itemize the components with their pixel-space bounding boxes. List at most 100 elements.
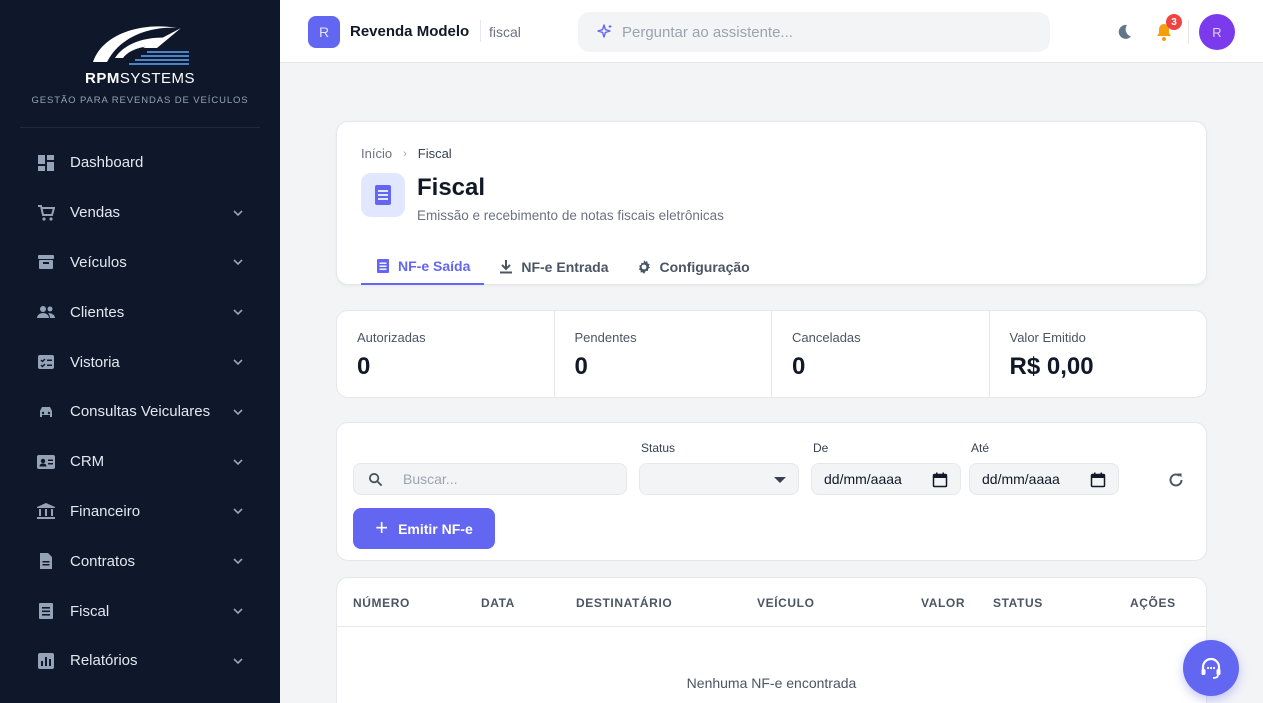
divider: [1188, 20, 1189, 44]
stat-label: Pendentes: [574, 330, 637, 345]
support-chat-button[interactable]: [1183, 640, 1239, 696]
tenant-avatar[interactable]: R: [308, 16, 340, 48]
chevron-down-icon: [233, 259, 243, 266]
search-box[interactable]: [353, 463, 627, 495]
sidebar-item-label: Vistoria: [70, 353, 120, 371]
sidebar-item-label: Consultas Veiculares: [70, 403, 211, 421]
sidebar-item-vendas[interactable]: Vendas: [0, 188, 280, 238]
stats-card: Autorizadas 0 Pendentes 0 Canceladas 0 V…: [336, 310, 1207, 398]
refresh-icon[interactable]: [1167, 471, 1185, 489]
chevron-down-icon: [233, 608, 243, 615]
sidebar-item-label: Fiscal: [70, 602, 110, 620]
table-header: NÚMERO DATA DESTINATÁRIO VEÍCULO VALOR S…: [337, 578, 1206, 627]
breadcrumb: Início › Fiscal: [361, 146, 452, 161]
current-module: fiscal: [489, 24, 521, 40]
rpm-logo-icon: [93, 26, 189, 65]
chevron-down-icon: [233, 309, 243, 316]
date-from-field[interactable]: dd/mm/aaaa: [811, 463, 961, 495]
gear-icon: [639, 259, 651, 274]
tab-nfe-entrada[interactable]: NF-e Entrada: [484, 248, 622, 285]
sidebar-item-fiscal[interactable]: Fiscal: [0, 586, 280, 636]
sidebar-item-contratos[interactable]: Contratos: [0, 536, 280, 586]
stat-value: 0: [792, 353, 806, 380]
status-label: Status: [641, 441, 676, 455]
breadcrumb-home[interactable]: Início: [361, 146, 392, 161]
tab-label: NF-e Saída: [398, 257, 471, 274]
sidebar-item-relatorios[interactable]: Relatórios: [0, 636, 280, 686]
sidebar-item-label: Financeiro: [70, 502, 141, 520]
tab-configuracao[interactable]: Configuração: [622, 248, 763, 285]
brand-logo[interactable]: RPMSYSTEMS GESTÃO PARA REVENDAS DE VEÍCU…: [20, 0, 260, 128]
tab-nfe-saida[interactable]: NF-e Saída: [361, 248, 485, 285]
sidebar-item-dashboard[interactable]: Dashboard: [0, 138, 280, 188]
sidebar-item-clientes[interactable]: Clientes: [0, 287, 280, 337]
sidebar-item-label: Contratos: [70, 552, 136, 570]
assistant-search[interactable]: [578, 12, 1050, 52]
cart-icon: [36, 203, 56, 223]
brand-tagline: GESTÃO PARA REVENDAS DE VEÍCULOS: [31, 95, 249, 106]
caret-down-icon: [774, 477, 786, 483]
column-header-valor[interactable]: VALOR: [921, 596, 965, 610]
chevron-down-icon: [233, 459, 243, 465]
column-header-data[interactable]: DATA: [481, 596, 515, 610]
stat-pendentes: Pendentes 0: [555, 311, 772, 397]
sidebar-item-veiculos[interactable]: Veículos: [0, 238, 280, 288]
moon-icon[interactable]: [1114, 22, 1134, 42]
emit-nfe-button[interactable]: + Emitir NF-e: [353, 508, 495, 549]
column-header-destinatario[interactable]: DESTINATÁRIO: [576, 596, 672, 610]
date-to-field[interactable]: dd/mm/aaaa: [969, 463, 1119, 495]
checklist-icon: [36, 352, 56, 372]
stat-value: 0: [357, 353, 371, 380]
status-select[interactable]: [639, 463, 799, 495]
bank-icon: [36, 501, 56, 521]
page-title: Fiscal: [417, 174, 486, 201]
calendar-icon[interactable]: [1090, 472, 1106, 488]
chevron-down-icon: [233, 210, 243, 216]
column-header-status[interactable]: STATUS: [993, 596, 1043, 610]
chevron-right-icon: ›: [403, 147, 407, 160]
receipt-icon: [377, 258, 389, 273]
topbar: R Revenda Modelo fiscal 3 R: [280, 0, 1263, 63]
sidebar-item-label: Vendas: [70, 204, 121, 222]
car-icon: [36, 402, 56, 422]
date-from-placeholder: dd/mm/aaaa: [824, 471, 902, 487]
divider: [480, 20, 481, 42]
document-icon: [36, 551, 56, 571]
search-input[interactable]: [403, 471, 603, 487]
page-header-card: Início › Fiscal Fiscal Emissão e recebim…: [336, 121, 1207, 285]
sidebar-item-label: Clientes: [70, 303, 125, 321]
stat-valor-emitido: Valor Emitido R$ 0,00: [990, 311, 1207, 397]
brand-name: RPMSYSTEMS: [84, 70, 196, 87]
sidebar-item-financeiro[interactable]: Financeiro: [0, 487, 280, 537]
chevron-down-icon: [233, 409, 243, 416]
user-avatar[interactable]: R: [1199, 14, 1235, 50]
sidebar-item-consultas-veiculares[interactable]: Consultas Veiculares: [0, 387, 280, 437]
tab-label: NF-e Entrada: [521, 258, 609, 275]
sparkle-icon: [597, 24, 612, 38]
sidebar-item-label: Dashboard: [70, 154, 144, 172]
breadcrumb-current: Fiscal: [417, 146, 452, 161]
tenant-name[interactable]: Revenda Modelo: [350, 23, 469, 40]
receipt-icon: [361, 173, 405, 217]
sidebar: RPMSYSTEMS GESTÃO PARA REVENDAS DE VEÍCU…: [0, 0, 280, 703]
notification-badge: 3: [1166, 14, 1182, 30]
column-header-veiculo[interactable]: VEÍCULO: [757, 596, 815, 610]
search-icon: [368, 472, 383, 486]
sidebar-item-label: CRM: [70, 453, 105, 471]
download-icon: [500, 259, 513, 273]
bar-chart-icon: [36, 651, 56, 671]
sidebar-item-vistoria[interactable]: Vistoria: [0, 337, 280, 387]
people-icon: [36, 302, 56, 322]
stat-value: R$ 0,00: [1009, 353, 1094, 380]
column-header-numero[interactable]: NÚMERO: [353, 596, 410, 610]
contact-card-icon: [36, 452, 56, 472]
assistant-input[interactable]: [622, 23, 1022, 41]
stat-label: Valor Emitido: [1009, 330, 1086, 345]
tab-label: Configuração: [659, 258, 750, 275]
stat-label: Canceladas: [792, 330, 861, 345]
chevron-down-icon: [233, 359, 243, 366]
empty-state-message: Nenhuma NF-e encontrada: [686, 675, 857, 691]
calendar-icon[interactable]: [932, 472, 948, 488]
filter-card: Status De dd/mm/aaaa Até dd/mm/aaaa + Em…: [336, 422, 1207, 561]
sidebar-item-crm[interactable]: CRM: [0, 437, 280, 487]
